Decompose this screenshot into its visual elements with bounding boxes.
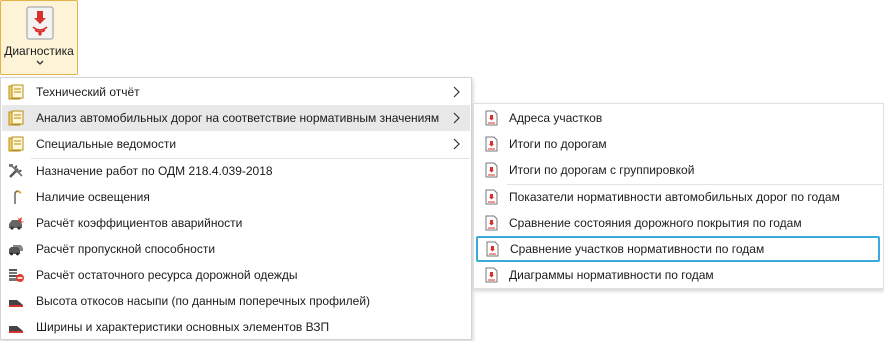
submenu-item-road-totals-grouped[interactable]: Итоги по дорогам с группировкой — [475, 157, 882, 183]
chevron-right-icon — [453, 86, 460, 98]
diagnostics-label: Диагностика — [4, 44, 74, 58]
submenu-item-label: Сравнение участков нормативности по года… — [510, 242, 765, 256]
menu-item-accident-rate[interactable]: Расчёт коэффициентов аварийности — [2, 210, 470, 236]
pavement-resource-icon — [9, 269, 24, 282]
menu-item-label: Расчёт пропускной способности — [36, 242, 216, 256]
tools-icon — [9, 164, 23, 178]
submenu-item-label: Диаграммы нормативности по годам — [509, 268, 714, 282]
menu-item-throughput[interactable]: Расчёт пропускной способности — [2, 236, 470, 262]
menu-item-label: Ширины и характеристики основных элемент… — [36, 320, 330, 334]
menu-item-label: Высота откосов насыпи (по данным попереч… — [36, 294, 371, 308]
chevron-right-icon — [453, 138, 460, 150]
menu-item-label: Специальные ведомости — [36, 137, 177, 151]
menu-item-label: Расчёт остаточного ресурса дорожной одеж… — [36, 268, 298, 282]
menu-item-technical-report[interactable]: Технический отчёт — [2, 79, 470, 105]
road-profile-icon — [9, 300, 23, 307]
menu-item-road-analysis[interactable]: Анализ автомобильных дорог на соответств… — [2, 105, 470, 131]
document-icon — [485, 215, 498, 231]
car-traffic-icon — [9, 245, 23, 256]
road-profile-icon — [9, 326, 23, 333]
submenu-item-road-totals[interactable]: Итоги по дорогам — [475, 131, 882, 157]
road-analysis-submenu: Адреса участков Итоги по дорогам Итоги п… — [473, 103, 884, 289]
diagnostics-menu: Технический отчёт Анализ автомобильных д… — [0, 77, 472, 340]
document-icon — [485, 110, 498, 126]
submenu-item-label: Показатели нормативности автомобильных д… — [509, 190, 840, 204]
submenu-item-label: Итоги по дорогам с группировкой — [509, 163, 695, 177]
document-icon — [485, 162, 498, 178]
document-icon — [485, 136, 498, 152]
street-light-icon — [14, 190, 22, 204]
menu-item-label: Назначение работ по ОДМ 218.4.039-2018 — [36, 164, 273, 178]
menu-item-slope-height[interactable]: Высота откосов насыпи (по данным попереч… — [2, 288, 470, 314]
document-icon — [485, 189, 498, 205]
submenu-item-normativity-indicators[interactable]: Показатели нормативности автомобильных д… — [475, 184, 882, 210]
report-stack-icon — [8, 84, 24, 100]
menu-item-work-assignment[interactable]: Назначение работ по ОДМ 218.4.039-2018 — [2, 158, 470, 184]
submenu-item-label: Адреса участков — [509, 111, 603, 125]
chevron-down-icon — [36, 60, 44, 65]
report-stack-icon — [8, 110, 24, 126]
submenu-item-normativity-diagrams[interactable]: Диаграммы нормативности по годам — [475, 262, 882, 288]
menu-item-special-statements[interactable]: Специальные ведомости — [2, 131, 470, 157]
menu-item-label: Наличие освещения — [36, 190, 150, 204]
report-stack-icon — [8, 136, 24, 152]
diagnostics-icon — [26, 6, 54, 40]
menu-item-label: Расчёт коэффициентов аварийности — [36, 216, 243, 230]
menu-item-road-widths[interactable]: Ширины и характеристики основных элемент… — [2, 314, 470, 340]
submenu-item-label: Сравнение состояния дорожного покрытия п… — [509, 216, 802, 230]
menu-item-label: Технический отчёт — [36, 85, 140, 99]
submenu-item-label: Итоги по дорогам — [509, 137, 607, 151]
menu-item-lighting[interactable]: Наличие освещения — [2, 184, 470, 210]
accident-icon — [9, 216, 24, 230]
chevron-right-icon — [453, 112, 460, 124]
diagnostics-ribbon-button[interactable]: Диагностика — [0, 0, 78, 75]
document-icon — [486, 241, 499, 257]
menu-item-residual-resource[interactable]: Расчёт остаточного ресурса дорожной одеж… — [2, 262, 470, 288]
menu-item-label: Анализ автомобильных дорог на соответств… — [36, 111, 440, 125]
submenu-item-section-comparison[interactable]: Сравнение участков нормативности по года… — [476, 236, 880, 262]
document-icon — [485, 267, 498, 283]
submenu-item-section-addresses[interactable]: Адреса участков — [475, 105, 882, 131]
submenu-item-pavement-comparison[interactable]: Сравнение состояния дорожного покрытия п… — [475, 210, 882, 236]
